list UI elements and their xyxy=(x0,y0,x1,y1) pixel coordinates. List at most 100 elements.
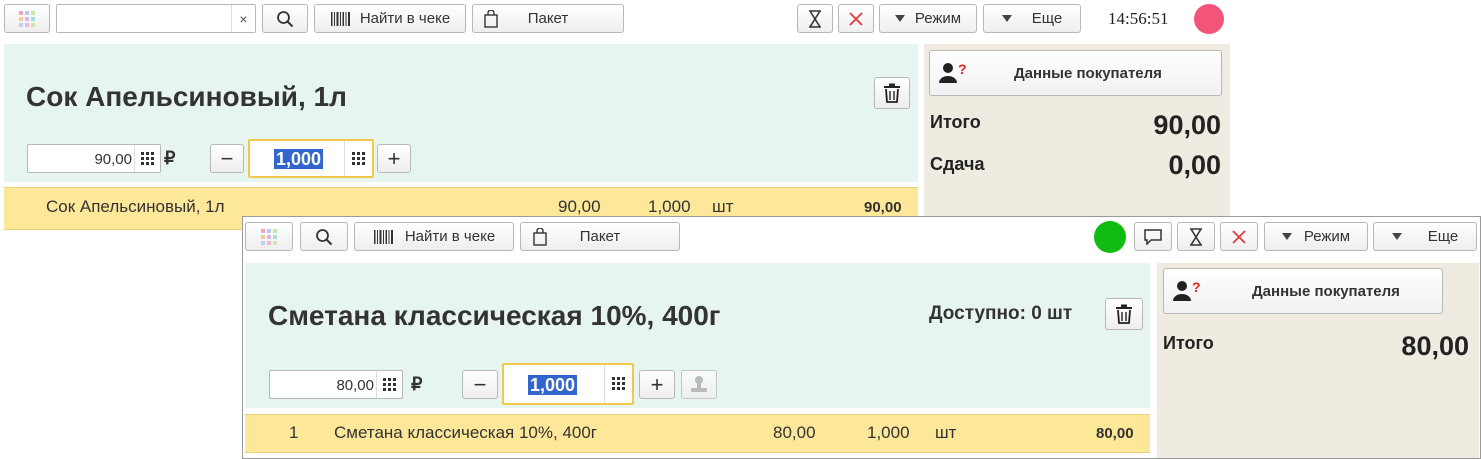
delete-item-button[interactable] xyxy=(1105,298,1143,330)
search-icon xyxy=(316,228,333,245)
cancel-receipt-button[interactable] xyxy=(838,4,874,33)
row-quantity: 1,000 xyxy=(648,197,691,216)
quantity-value: 1,000 xyxy=(528,375,578,395)
minus-icon: − xyxy=(220,145,234,171)
deferred-receipts-button[interactable] xyxy=(797,4,833,33)
trash-icon xyxy=(1116,304,1132,324)
svg-text:?: ? xyxy=(958,62,967,77)
calculator-button[interactable] xyxy=(604,365,632,403)
calculator-button[interactable] xyxy=(134,145,160,172)
apps-menu-button[interactable] xyxy=(4,4,50,33)
shopping-bag-icon xyxy=(533,228,547,246)
price-field[interactable]: 80,00 xyxy=(269,370,403,399)
receipt-summary: ? Данные покупателя Итого 90,00 Сдача 0,… xyxy=(924,44,1230,230)
price-field[interactable]: 90,00 xyxy=(27,144,161,173)
messages-button[interactable] xyxy=(1134,222,1172,251)
cancel-receipt-button[interactable] xyxy=(1220,222,1258,251)
product-title: Сок Апельсиновый, 1л xyxy=(26,81,347,112)
svg-text:?: ? xyxy=(1192,280,1201,295)
total-value: 80,00 xyxy=(1401,331,1469,361)
package-label: Пакет xyxy=(527,10,569,27)
deferred-receipts-button[interactable] xyxy=(1177,222,1215,251)
increase-quantity-button[interactable]: + xyxy=(639,370,675,399)
calculator-button[interactable] xyxy=(344,141,372,176)
apps-menu-button[interactable] xyxy=(245,222,293,251)
search-input[interactable]: × xyxy=(56,4,256,33)
checkout-window-front: Найти в чеке Пакет Режим Еще Сметана кла… xyxy=(242,216,1481,459)
quantity-value: 1,000 xyxy=(274,149,324,169)
customer-data-button[interactable]: ? Данные покупателя xyxy=(929,50,1222,96)
find-in-receipt-button[interactable]: Найти в чеке xyxy=(354,222,514,251)
row-price: 80,00 xyxy=(773,423,816,442)
total-label: Итого xyxy=(930,112,981,132)
more-label: Еще xyxy=(1031,10,1063,27)
barcode-icon xyxy=(373,229,393,244)
row-unit: шт xyxy=(712,197,734,216)
customer-data-label: Данные покупателя xyxy=(1252,283,1400,300)
receipt-summary: ? Данные покупателя Итого 80,00 xyxy=(1157,263,1479,458)
row-item-name: Сок Апельсиновый, 1л xyxy=(46,197,225,216)
decrease-quantity-button[interactable]: − xyxy=(462,370,498,399)
user-question-icon: ? xyxy=(1173,280,1201,301)
close-icon xyxy=(1232,229,1246,244)
decrease-quantity-button[interactable]: − xyxy=(210,144,244,173)
find-in-receipt-button[interactable]: Найти в чеке xyxy=(314,4,466,33)
chevron-down-icon xyxy=(894,14,905,22)
clear-search-button[interactable]: × xyxy=(231,5,255,32)
price-value: 80,00 xyxy=(336,377,374,394)
search-button[interactable] xyxy=(262,4,308,33)
row-number: 1 xyxy=(289,423,299,442)
mode-menu-button[interactable]: Режим xyxy=(879,4,977,33)
product-card: Сок Апельсиновый, 1л 90,00 ₽ − 1,000 + xyxy=(4,44,918,182)
status-indicator xyxy=(1094,221,1126,253)
available-stock: Доступно: 0 шт xyxy=(929,303,1073,324)
row-quantity: 1,000 xyxy=(867,423,910,442)
calculator-icon xyxy=(382,377,396,391)
change-label: Сдача xyxy=(930,154,985,174)
package-button[interactable]: Пакет xyxy=(520,222,680,251)
table-row[interactable]: 1 Сметана классическая 10%, 400г 80,00 1… xyxy=(245,414,1150,453)
price-value: 90,00 xyxy=(94,151,132,168)
package-button[interactable]: Пакет xyxy=(472,4,624,33)
chevron-down-icon xyxy=(1001,14,1012,22)
chevron-down-icon xyxy=(1391,232,1402,240)
close-icon xyxy=(849,11,863,26)
more-menu-button[interactable]: Еще xyxy=(1373,222,1477,251)
more-menu-button[interactable]: Еще xyxy=(983,4,1081,33)
row-item-name: Сметана классическая 10%, 400г xyxy=(334,423,598,442)
plus-icon: + xyxy=(387,145,401,171)
more-label: Еще xyxy=(1427,228,1459,245)
quantity-input[interactable]: 1,000 xyxy=(502,363,634,405)
calculator-icon xyxy=(351,151,365,165)
apps-grid-icon xyxy=(19,10,35,27)
user-question-icon: ? xyxy=(939,62,967,83)
delete-item-button[interactable] xyxy=(874,77,910,109)
customer-data-button[interactable]: ? Данные покупателя xyxy=(1163,268,1443,314)
find-in-receipt-label: Найти в чеке xyxy=(359,10,451,27)
stamp-button[interactable] xyxy=(681,370,717,399)
chat-icon xyxy=(1144,228,1162,245)
shopping-bag-icon xyxy=(484,10,498,28)
change-value: 0,00 xyxy=(1168,150,1221,180)
hourglass-icon xyxy=(1190,227,1202,246)
mode-menu-button[interactable]: Режим xyxy=(1264,222,1368,251)
status-indicator xyxy=(1194,4,1224,34)
currency-symbol: ₽ xyxy=(411,374,423,394)
row-sum: 80,00 xyxy=(1096,425,1134,442)
product-title: Сметана классическая 10%, 400г xyxy=(268,300,721,331)
currency-symbol: ₽ xyxy=(164,148,176,168)
total-label: Итого xyxy=(1163,333,1214,353)
quantity-input[interactable]: 1,000 xyxy=(248,139,374,178)
checkout-window-back: × Найти в чеке Пакет Режим Еще 14:56:51 … xyxy=(0,0,1230,230)
package-label: Пакет xyxy=(579,228,621,245)
plus-icon: + xyxy=(650,371,664,397)
find-in-receipt-label: Найти в чеке xyxy=(404,228,496,245)
row-sum: 90,00 xyxy=(864,199,902,216)
increase-quantity-button[interactable]: + xyxy=(377,144,411,173)
calculator-button[interactable] xyxy=(376,371,402,398)
hourglass-icon xyxy=(809,9,821,28)
row-unit: шт xyxy=(935,423,957,442)
calculator-icon xyxy=(611,377,625,390)
search-button[interactable] xyxy=(300,222,348,251)
row-price: 90,00 xyxy=(558,197,601,216)
